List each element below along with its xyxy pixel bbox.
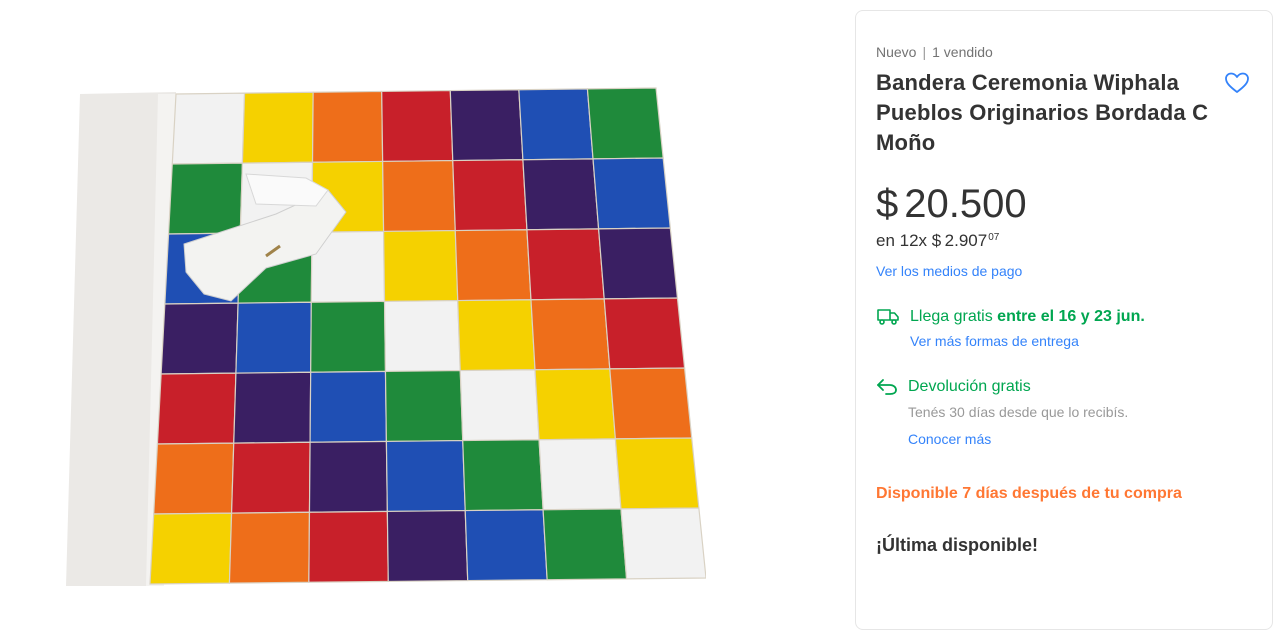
return-arrow-icon <box>876 378 898 401</box>
flag-cell <box>522 158 600 231</box>
shipping-date-range: entre el 16 y 23 jun. <box>997 308 1145 325</box>
product-title: Bandera Ceremonia Wiphala Pueblos Origin… <box>876 70 1209 155</box>
flag-cell <box>311 90 384 163</box>
product-gallery <box>0 0 840 612</box>
flag-cell <box>308 510 389 583</box>
product-subtitle: Nuevo | 1 vendido <box>876 44 1252 60</box>
installment-currency: $ <box>931 231 942 250</box>
flag-cell <box>167 162 244 235</box>
shipping-label: Llega gratis <box>910 308 993 325</box>
flag-cell <box>538 438 622 511</box>
heart-outline-icon[interactable] <box>1222 68 1252 98</box>
returns-detail: Tenés 30 días desde que lo recibís. <box>908 404 1129 420</box>
price-amount: 20.500 <box>904 182 1027 226</box>
flag-cell <box>233 371 312 444</box>
flag-cell <box>384 369 464 443</box>
flag-cell <box>160 302 239 375</box>
flag-cell <box>592 157 671 230</box>
flag-cell <box>609 367 693 440</box>
installment-amount: 2.907 <box>944 231 988 250</box>
availability-note: Disponible 7 días después de tu compra <box>876 485 1182 502</box>
installments-prefix: en 12x <box>876 231 928 250</box>
title-row: Bandera Ceremonia Wiphala Pueblos Origin… <box>876 68 1252 158</box>
purchase-panel: Nuevo | 1 vendido Bandera Ceremonia Wiphal… <box>855 10 1273 630</box>
flag-cell <box>381 89 454 163</box>
flag-cell <box>614 437 700 510</box>
stock-status: ¡Última disponible! <box>876 535 1038 555</box>
installments: en 12x $ 2.90707 <box>876 228 1252 251</box>
flag-cell <box>620 507 706 580</box>
returns-info: Devolución gratis Tenés 30 días desde qu… <box>876 377 1252 449</box>
flag-cell <box>228 511 311 584</box>
sold-count: 1 vendido <box>932 44 993 60</box>
flag-cell <box>597 227 679 300</box>
wiphala-flag-image <box>66 87 706 586</box>
flag-cell <box>308 440 388 513</box>
flag-cell <box>459 369 540 442</box>
shipping-text: Llega gratis entre el 16 y 23 jun. <box>910 307 1252 327</box>
flag-cell <box>149 512 233 585</box>
flag-cell <box>454 229 532 302</box>
flag-cell <box>452 159 528 232</box>
flag-cell <box>383 299 461 373</box>
flag-cell <box>526 228 605 301</box>
condition-label: Nuevo <box>876 44 917 60</box>
shipping-info: Llega gratis entre el 16 y 23 jun. Ver m… <box>876 307 1252 351</box>
flag-cell <box>309 370 388 443</box>
flag-cell <box>382 159 456 233</box>
more-delivery-options-link[interactable]: Ver más formas de entrega <box>910 333 1079 349</box>
truck-icon <box>876 307 900 332</box>
returns-label: Devolución gratis <box>908 378 1031 395</box>
learn-more-link[interactable]: Conocer más <box>908 431 991 447</box>
flag-cell <box>171 92 246 165</box>
flag-cell <box>230 441 311 514</box>
flag-cell <box>382 229 459 303</box>
price-currency: $ <box>876 182 899 226</box>
flag-cell <box>457 299 536 372</box>
flag-cell <box>449 89 524 162</box>
flag-cell <box>542 508 628 581</box>
flag-cell <box>385 439 466 513</box>
flag-cell <box>156 372 237 445</box>
price: $20.500 <box>876 182 1252 226</box>
flag-cell <box>235 301 312 374</box>
installment-cents: 07 <box>988 232 1000 243</box>
flag-cell <box>534 368 617 441</box>
flag-cell <box>518 88 594 161</box>
flag-cell <box>153 442 235 515</box>
flag-cell <box>241 91 314 164</box>
product-photo[interactable] <box>66 86 706 586</box>
flag-cell <box>462 439 544 512</box>
payment-methods-link[interactable]: Ver los medios de pago <box>876 263 1022 279</box>
flag-cell <box>530 298 611 371</box>
flag-cell <box>464 509 548 582</box>
subtitle-separator: | <box>922 44 927 60</box>
flag-cell <box>310 300 387 373</box>
flag-cell <box>603 297 686 370</box>
flag-cell <box>586 87 664 160</box>
flag-cell <box>386 509 469 583</box>
